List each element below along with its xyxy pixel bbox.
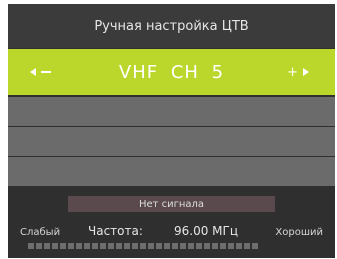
increase-control[interactable]: + [287, 49, 309, 95]
signal-segment [44, 243, 50, 249]
menu-row-1 [8, 97, 335, 126]
signal-segment [188, 243, 194, 249]
page-title: Ручная настройка ЦТВ [8, 4, 335, 48]
signal-segment [228, 243, 234, 249]
signal-segment [204, 243, 210, 249]
signal-segment [92, 243, 98, 249]
signal-segment [212, 243, 218, 249]
signal-segment [236, 243, 242, 249]
signal-segment [68, 243, 74, 249]
frequency-value: 96.00 МГц [174, 224, 239, 238]
signal-segment [84, 243, 90, 249]
menu-row-3 [8, 157, 335, 186]
signal-segment [180, 243, 186, 249]
signal-segment [172, 243, 178, 249]
signal-segment [220, 243, 226, 249]
signal-good-label: Хороший [275, 227, 323, 238]
channel-selector[interactable]: VHF CH 5 + [8, 49, 335, 95]
signal-segment [52, 243, 58, 249]
signal-segment [60, 243, 66, 249]
menu-row-2 [8, 127, 335, 156]
signal-segment [252, 243, 258, 249]
signal-segment [244, 243, 250, 249]
status-badge: Нет сигнала [68, 196, 275, 212]
signal-weak-label: Слабый [20, 227, 61, 238]
tuning-screen: Ручная настройка ЦТВ VHF CH 5 + Нет сигн… [8, 4, 335, 258]
signal-segment [132, 243, 138, 249]
arrow-right-icon [303, 68, 309, 76]
signal-segment [164, 243, 170, 249]
signal-segment [148, 243, 154, 249]
signal-segment [28, 243, 34, 249]
signal-segment [36, 243, 42, 249]
signal-segment [140, 243, 146, 249]
signal-strength-bar [28, 243, 258, 249]
signal-segment [76, 243, 82, 249]
signal-segment [124, 243, 130, 249]
signal-segment [100, 243, 106, 249]
signal-segment [116, 243, 122, 249]
signal-segment [108, 243, 114, 249]
plus-icon: + [287, 64, 298, 80]
signal-segment [196, 243, 202, 249]
frequency-label: Частота: [88, 224, 143, 238]
signal-segment [156, 243, 162, 249]
channel-value: VHF CH 5 [118, 61, 225, 83]
